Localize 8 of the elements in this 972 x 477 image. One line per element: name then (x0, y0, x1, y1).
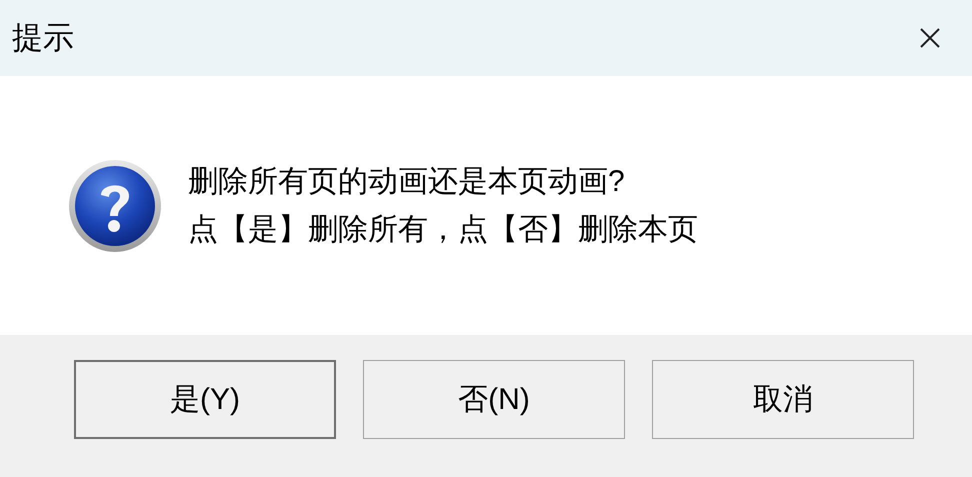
window-title: 提示 (12, 18, 74, 57)
message-text: 点【是】删除所有，点【否】删除本页 (188, 212, 698, 248)
question-icon (68, 158, 162, 252)
dialog-button[interactable]: 否(N) (363, 360, 625, 439)
dialog-button[interactable]: 取消 (652, 360, 914, 439)
close-icon (919, 27, 941, 49)
dialog-button[interactable]: 是(Y) (74, 360, 336, 439)
message-text: 删除所有页的动画还是本页动画? (188, 164, 626, 200)
